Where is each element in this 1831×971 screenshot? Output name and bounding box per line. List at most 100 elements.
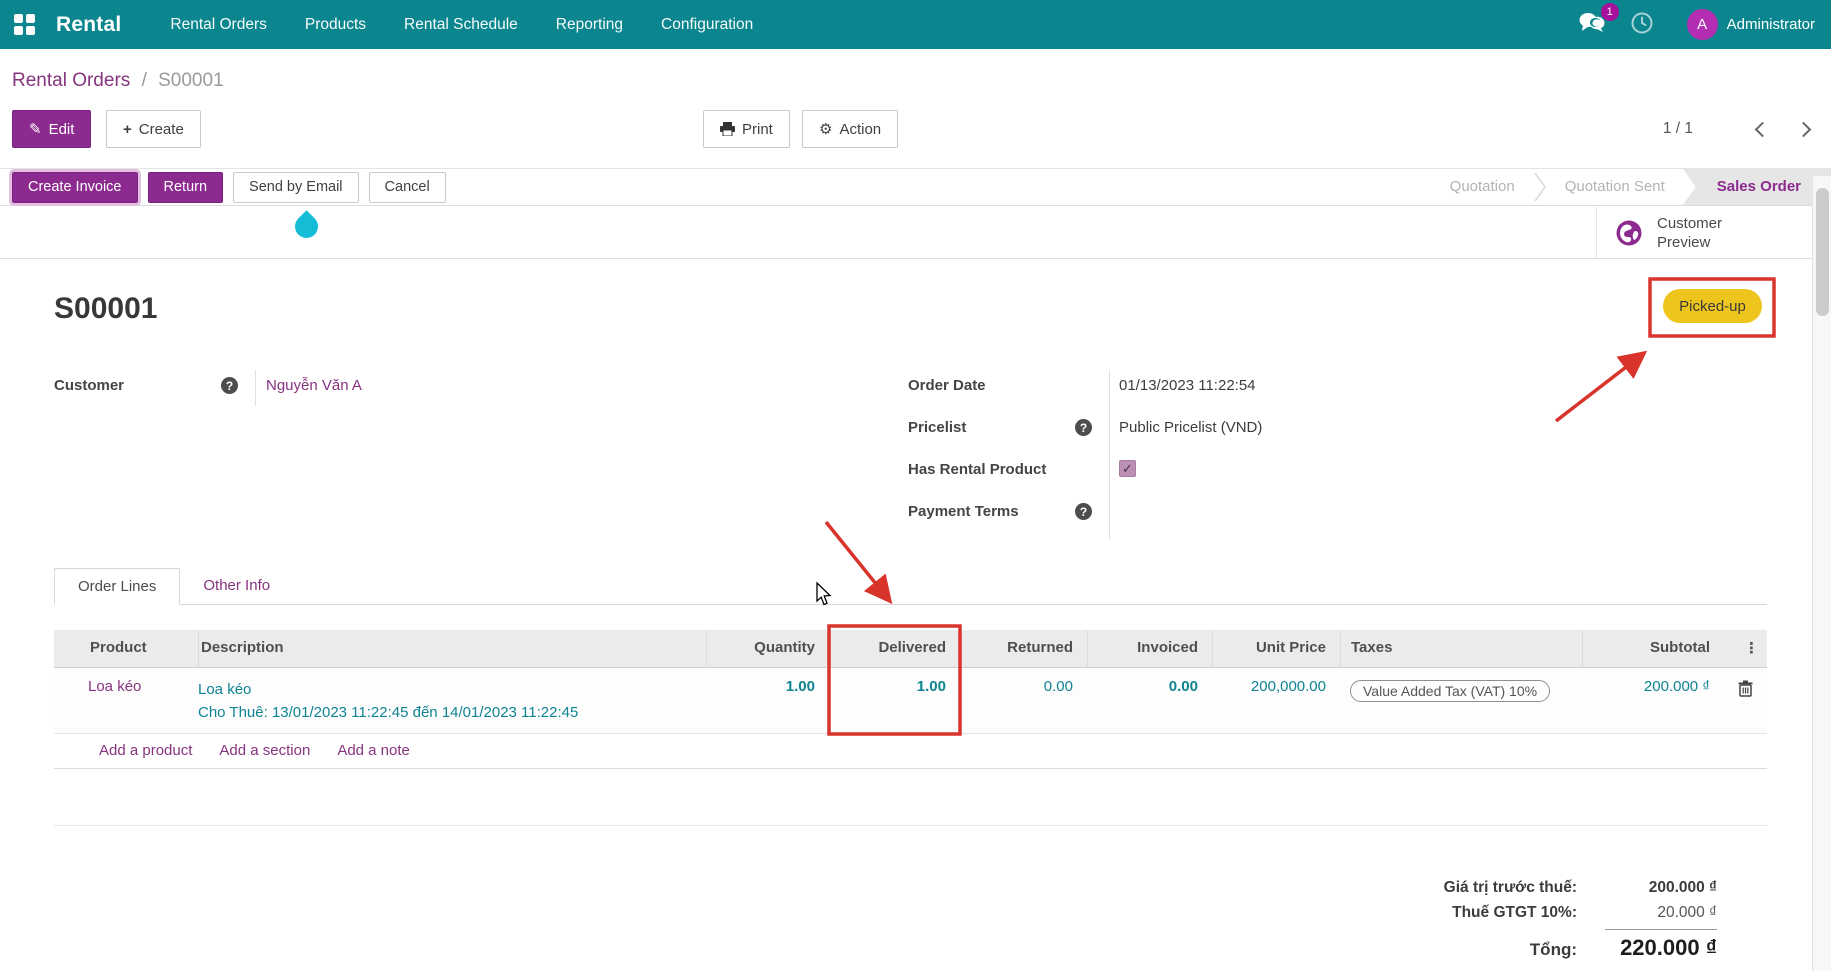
edit-button[interactable]: ✎ Edit: [12, 110, 92, 148]
untaxed-amount-label: Giá trị trước thuế:: [1443, 879, 1577, 896]
apps-menu-icon[interactable]: [14, 13, 36, 36]
breadcrumb-current: S00001: [158, 70, 224, 91]
rental-period-line: Cho Thuê: 13/01/2023 11:22:45 đến 14/01/…: [198, 704, 579, 721]
has-rental-product-checkbox[interactable]: ✓: [1119, 460, 1136, 477]
customer-value[interactable]: Nguyễn Văn A: [266, 377, 362, 394]
cell-taxes[interactable]: Value Added Tax (VAT) 10%: [1340, 668, 1582, 733]
field-separator: [1109, 370, 1110, 540]
gear-icon: ⚙: [819, 121, 833, 138]
pager-nav: [1754, 110, 1812, 148]
payment-terms-label: Payment Terms: [908, 503, 1019, 520]
tab-other-info[interactable]: Other Info: [180, 568, 293, 604]
tab-order-lines[interactable]: Order Lines: [54, 568, 181, 605]
table-footer-links: Add a product Add a section Add a note: [54, 734, 1767, 769]
untaxed-amount-value: 200.000 ₫: [1648, 879, 1717, 896]
send-by-email-button[interactable]: Send by Email: [233, 171, 359, 203]
next-page-button[interactable]: [1795, 121, 1812, 137]
col-subtotal[interactable]: Subtotal: [1582, 630, 1724, 667]
pager-count: 1 / 1: [1662, 120, 1693, 137]
cell-unit-price[interactable]: 200,000.00: [1212, 668, 1340, 733]
add-a-product-link[interactable]: Add a product: [99, 742, 192, 759]
clock-icon: [1631, 12, 1653, 33]
globe-icon: [1616, 220, 1642, 246]
navbar-right: 1 A Administrator: [1579, 3, 1815, 40]
col-unit-price[interactable]: Unit Price: [1212, 630, 1340, 667]
description-line: Loa kéo: [198, 681, 252, 698]
cell-delivered[interactable]: 1.00: [829, 668, 960, 733]
cell-returned[interactable]: 0.00: [960, 668, 1087, 733]
messages-button[interactable]: 1: [1579, 3, 1619, 37]
tax-amount-value: 20.000 ₫: [1657, 904, 1717, 921]
print-button[interactable]: Print: [703, 110, 790, 148]
cell-description[interactable]: Loa kéo Cho Thuê: 13/01/2023 11:22:45 đế…: [198, 668, 706, 733]
col-delivered[interactable]: Delivered: [829, 630, 960, 667]
create-button[interactable]: + Create: [106, 110, 201, 148]
create-invoice-button[interactable]: Create Invoice: [9, 168, 141, 206]
add-a-section-link[interactable]: Add a section: [219, 742, 310, 759]
totals-block: Giá trị trước thuế: 200.000 ₫ Thuế GTGT …: [1250, 879, 1717, 968]
main-menu: Rental Orders Products Rental Schedule R…: [151, 2, 772, 48]
help-icon[interactable]: ?: [1075, 503, 1092, 520]
edit-label: Edit: [48, 120, 75, 138]
action-label: Action: [839, 120, 882, 138]
step-sales-order[interactable]: Sales Order: [1682, 169, 1831, 205]
field-separator: [255, 370, 256, 406]
col-returned[interactable]: Returned: [960, 630, 1087, 667]
customer-preview-button[interactable]: Customer Preview: [1596, 207, 1806, 259]
table-header: Product Description Quantity Delivered R…: [54, 630, 1767, 668]
menu-rental-orders[interactable]: Rental Orders: [151, 2, 285, 48]
cell-product[interactable]: Loa kéo: [88, 668, 198, 733]
pricelist-label: Pricelist: [908, 419, 967, 436]
return-button[interactable]: Return: [147, 171, 224, 203]
cancel-button[interactable]: Cancel: [368, 171, 446, 203]
breadcrumb-separator: /: [141, 70, 147, 91]
totals-separator: [1605, 929, 1717, 930]
step-quotation[interactable]: Quotation: [1432, 169, 1533, 205]
col-description[interactable]: Description: [198, 630, 706, 667]
handle-column-header: [54, 630, 88, 667]
preview-strip: Customer Preview: [0, 207, 1831, 259]
customer-preview-label: Customer Preview: [1657, 215, 1723, 251]
order-date-label: Order Date: [908, 377, 986, 394]
order-lines-table: Product Description Quantity Delivered R…: [54, 630, 1767, 769]
step-quotation-sent[interactable]: Quotation Sent: [1547, 169, 1683, 205]
help-icon[interactable]: ?: [221, 377, 238, 394]
row-handle[interactable]: [54, 668, 88, 733]
create-label: Create: [138, 120, 184, 138]
previous-page-button[interactable]: [1754, 121, 1771, 137]
add-a-note-link[interactable]: Add a note: [337, 742, 410, 759]
breadcrumb-parent[interactable]: Rental Orders: [12, 70, 130, 91]
app-name[interactable]: Rental: [56, 13, 121, 37]
cell-invoiced[interactable]: 0.00: [1087, 668, 1212, 733]
user-menu[interactable]: Administrator: [1727, 16, 1815, 33]
has-rental-product-label: Has Rental Product: [908, 461, 1047, 478]
statusbar-buttons: Create Invoice Return Send by Email Canc…: [0, 168, 446, 206]
pricelist-value[interactable]: Public Pricelist (VND): [1119, 419, 1262, 436]
col-quantity[interactable]: Quantity: [706, 630, 829, 667]
col-invoiced[interactable]: Invoiced: [1087, 630, 1212, 667]
activities-button[interactable]: [1631, 12, 1653, 38]
pencil-icon: ✎: [29, 121, 42, 138]
cell-quantity[interactable]: 1.00: [706, 668, 829, 733]
section-divider: [54, 825, 1767, 826]
control-panel: ✎ Edit + Create Print ⚙ Action 1 / 1: [0, 110, 1831, 149]
optional-columns-icon[interactable]: ⋮: [1724, 630, 1767, 667]
menu-products[interactable]: Products: [286, 2, 385, 48]
col-product[interactable]: Product: [88, 630, 198, 667]
scrollbar-track[interactable]: [1812, 176, 1831, 971]
cell-subtotal: 200.000 ₫: [1643, 678, 1710, 695]
help-icon[interactable]: ?: [1075, 419, 1092, 436]
action-button[interactable]: ⚙ Action: [802, 110, 899, 148]
scrollbar-thumb[interactable]: [1816, 188, 1829, 316]
menu-configuration[interactable]: Configuration: [642, 2, 772, 48]
delete-row-button[interactable]: [1724, 668, 1767, 733]
menu-reporting[interactable]: Reporting: [537, 2, 642, 48]
order-date-value[interactable]: 01/13/2023 11:22:54: [1119, 377, 1256, 394]
user-avatar[interactable]: A: [1686, 9, 1718, 40]
print-label: Print: [742, 120, 773, 138]
col-taxes[interactable]: Taxes: [1340, 630, 1582, 667]
notebook-tabs: Order Lines Other Info: [54, 568, 1767, 605]
trash-icon: [1738, 680, 1753, 697]
menu-rental-schedule[interactable]: Rental Schedule: [385, 2, 537, 48]
order-line-row[interactable]: Loa kéo Loa kéo Cho Thuê: 13/01/2023 11:…: [54, 668, 1767, 734]
